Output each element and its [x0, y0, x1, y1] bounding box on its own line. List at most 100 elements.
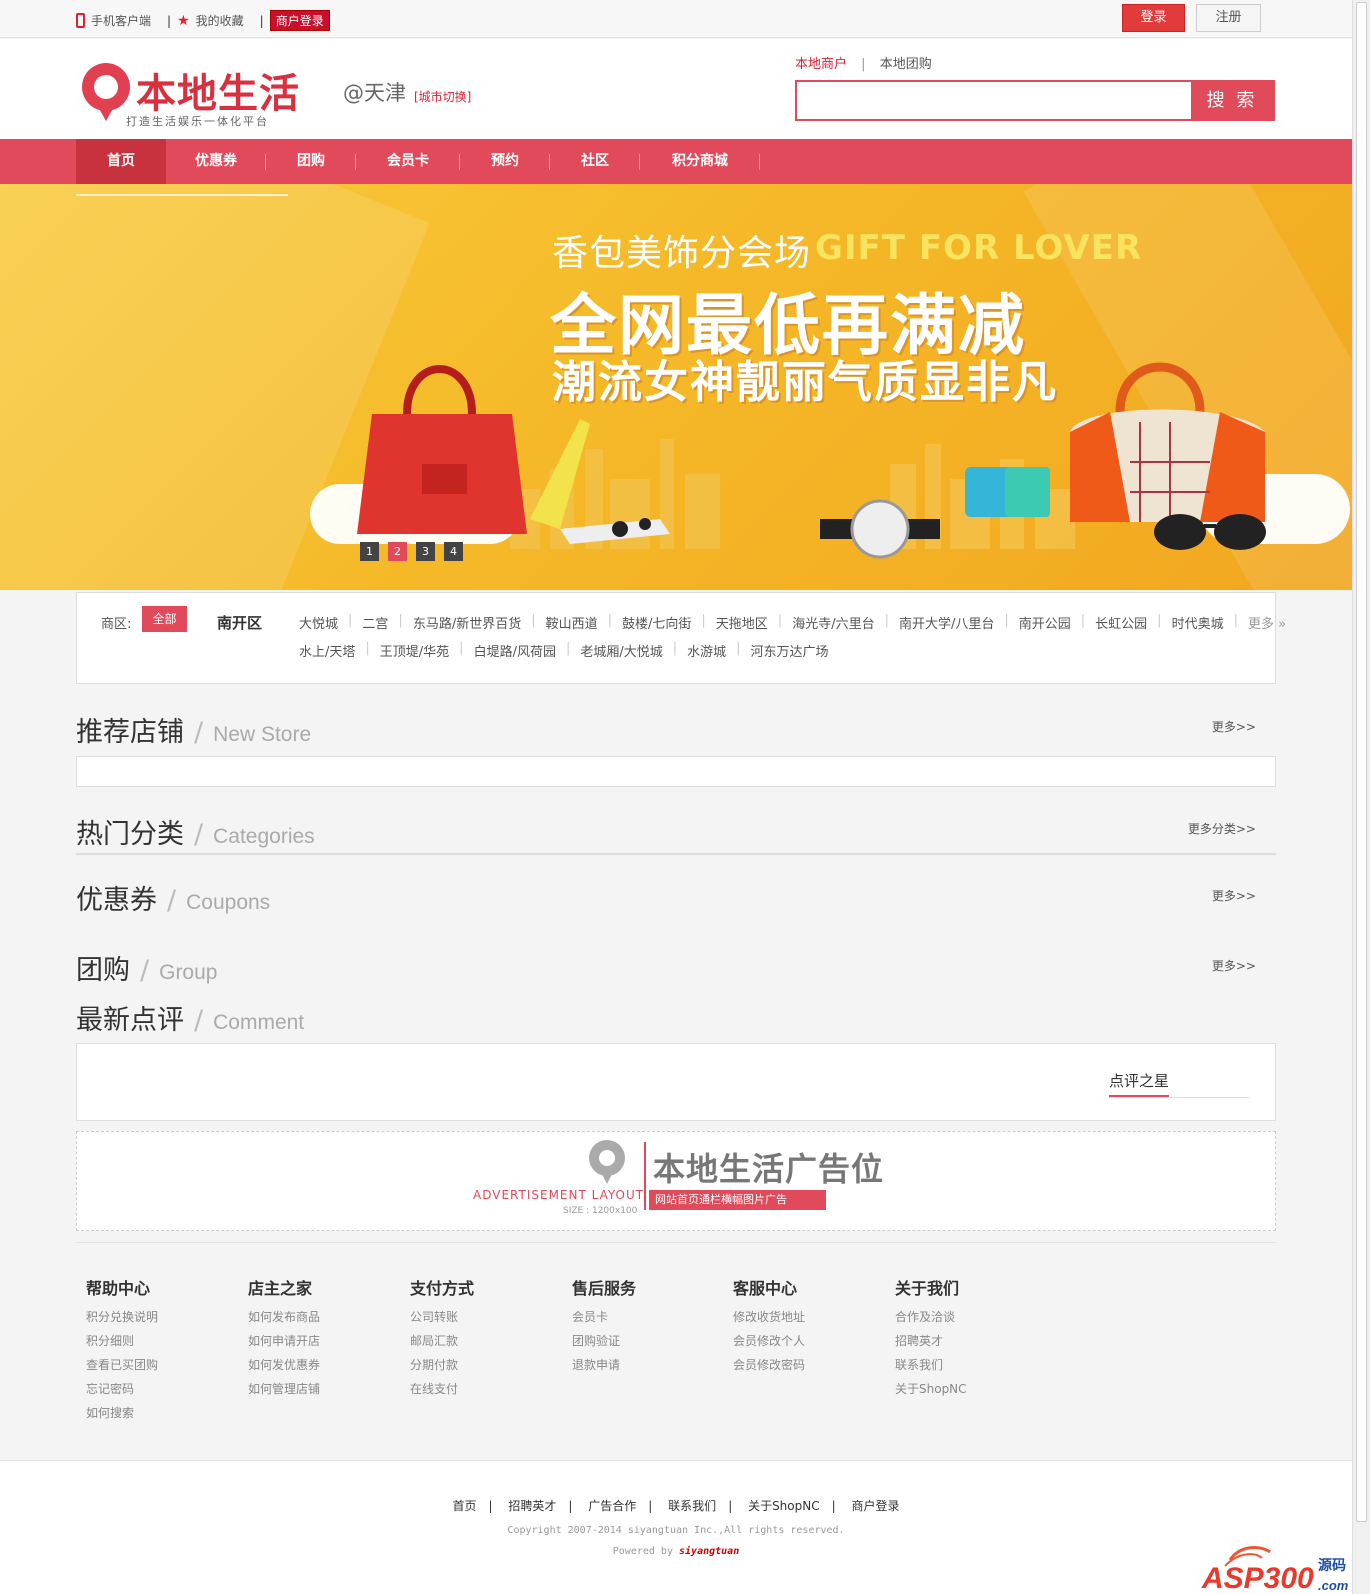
footer-nav-link[interactable]: 首页: [453, 1499, 477, 1513]
district-divider: |: [398, 613, 403, 628]
footer-link[interactable]: 联系我们: [895, 1353, 967, 1377]
ad-layout-text: ADVERTISEMENT LAYOUT: [473, 1188, 645, 1202]
search-tab-local-group[interactable]: 本地团购: [880, 57, 932, 72]
footer-link[interactable]: 会员修改个人: [733, 1329, 805, 1353]
search-tab-local-merchants[interactable]: 本地商户: [795, 57, 847, 72]
favorites-link[interactable]: 我的收藏: [196, 12, 244, 29]
footer-link[interactable]: 合作及洽谈: [895, 1305, 967, 1329]
footer-link[interactable]: 会员修改密码: [733, 1353, 805, 1377]
footer-link[interactable]: 如何管理店铺: [248, 1377, 320, 1401]
nav-item-coupons[interactable]: 优惠券: [166, 139, 266, 184]
footer-link[interactable]: 退款申请: [572, 1353, 636, 1377]
district-link[interactable]: 大悦城: [299, 613, 338, 632]
footer-link[interactable]: 查看已买团购: [86, 1353, 158, 1377]
footer-link[interactable]: 如何发优惠券: [248, 1353, 320, 1377]
logo-slogan: 打造生活娱乐一体化平台: [126, 115, 269, 128]
district-link[interactable]: 河东万达广场: [751, 641, 829, 660]
district-all-button[interactable]: 全部: [142, 606, 187, 632]
district-link[interactable]: 南开公园: [1019, 613, 1071, 632]
nav-item-community[interactable]: 社区: [550, 139, 640, 184]
ad-banner[interactable]: 本地生活广告位 ADVERTISEMENT LAYOUT SIZE : 1200…: [76, 1131, 1276, 1231]
nav-item-booking[interactable]: 预约: [460, 139, 550, 184]
district-link[interactable]: 老城厢/大悦城: [580, 641, 662, 660]
more-stores-link[interactable]: 更多>>: [1212, 718, 1256, 735]
search-input[interactable]: [797, 82, 1183, 119]
footer-link[interactable]: 积分兑换说明: [86, 1305, 158, 1329]
city-switch-link[interactable]: [城市切换]: [414, 88, 471, 105]
hero-banner[interactable]: 香包美饰分会场 GIFT FOR LOVER 全网最低再满减 潮流女神靓丽气质显…: [0, 184, 1352, 590]
merchant-login-button[interactable]: 商户登录: [269, 10, 330, 31]
section-title-en: Comment: [213, 1011, 305, 1034]
scrollbar-thumb[interactable]: [1356, 2, 1367, 1522]
footer-col-title: 帮助中心: [86, 1279, 151, 1298]
district-divider: |: [884, 613, 889, 628]
logo-text: 本地生活: [136, 71, 300, 117]
district-link[interactable]: 时代奥城: [1172, 613, 1224, 632]
banner-dot-active[interactable]: 2: [388, 542, 407, 561]
footer-nav-link[interactable]: 联系我们: [668, 1499, 716, 1513]
district-link[interactable]: 王顶堤/华苑: [380, 641, 449, 660]
footer-link[interactable]: 关于ShopNC: [895, 1377, 967, 1401]
district-link[interactable]: 水游城: [687, 641, 726, 660]
district-link[interactable]: 鼓楼/七向街: [622, 613, 691, 632]
vertical-scrollbar[interactable]: [1352, 0, 1370, 1594]
district-link[interactable]: 水上/天塔: [299, 641, 355, 660]
district-divider: |: [531, 613, 536, 628]
powered-by-brand[interactable]: siyangtuan: [679, 1546, 739, 1557]
footer-link[interactable]: 修改收货地址: [733, 1305, 805, 1329]
district-more-link[interactable]: 更多 »: [1248, 613, 1286, 632]
footer-nav-link[interactable]: 招聘英才: [508, 1499, 556, 1513]
footer-link[interactable]: 如何发布商品: [248, 1305, 320, 1329]
district-link[interactable]: 海光寺/六里台: [792, 613, 874, 632]
banner-dot[interactable]: 4: [444, 542, 463, 561]
banner-subtitle: 香包美饰分会场: [552, 233, 812, 274]
more-group-link[interactable]: 更多>>: [1212, 957, 1256, 974]
banner-dot[interactable]: 1: [360, 542, 379, 561]
mobile-client-link[interactable]: 手机客户端: [91, 12, 151, 29]
footer-link[interactable]: 招聘英才: [895, 1329, 967, 1353]
register-button[interactable]: 注册: [1196, 4, 1261, 32]
nav-hover-underline: [76, 194, 288, 196]
footer-link[interactable]: 在线支付: [410, 1377, 474, 1401]
district-link[interactable]: 鞍山西道: [546, 613, 598, 632]
login-button[interactable]: 登录: [1122, 4, 1185, 32]
footer-nav-link[interactable]: 广告合作: [588, 1499, 636, 1513]
more-coupons-link[interactable]: 更多>>: [1212, 887, 1256, 904]
district-link[interactable]: 长虹公园: [1095, 613, 1147, 632]
nav-item-group[interactable]: 团购: [266, 139, 356, 184]
footer-link[interactable]: 如何搜索: [86, 1401, 158, 1425]
powered-by: Powered by siyangtuan: [0, 1546, 1352, 1557]
footer-link[interactable]: 邮局汇款: [410, 1329, 474, 1353]
section-title-en: Coupons: [186, 891, 271, 914]
section-title-categories: 热门分类 / Categories: [76, 812, 315, 851]
banner-dot[interactable]: 3: [416, 542, 435, 561]
footer-link[interactable]: 分期付款: [410, 1353, 474, 1377]
footer-link[interactable]: 会员卡: [572, 1305, 636, 1329]
district-divider: |: [459, 641, 464, 656]
more-categories-link[interactable]: 更多分类>>: [1188, 820, 1256, 837]
footer-nav-link[interactable]: 商户登录: [851, 1499, 899, 1513]
current-city: @天津: [343, 81, 406, 105]
section-title-comment: 最新点评 / Comment: [76, 998, 304, 1037]
footer-link[interactable]: 忘记密码: [86, 1377, 158, 1401]
footer-nav-link[interactable]: 关于ShopNC: [748, 1499, 820, 1513]
district-link[interactable]: 东马路/新世界百货: [413, 613, 521, 632]
district-divider: |: [565, 641, 571, 656]
search-button[interactable]: 搜 索: [1191, 82, 1273, 119]
footer-link[interactable]: 公司转账: [410, 1305, 474, 1329]
district-link[interactable]: 白堤路/风荷园: [474, 641, 556, 660]
nav-item-home[interactable]: 首页: [76, 139, 166, 184]
footer-link[interactable]: 如何申请开店: [248, 1329, 320, 1353]
ad-size-text: SIZE : 1200x100: [563, 1206, 638, 1216]
district-link[interactable]: 二宫: [362, 613, 388, 632]
nav-item-member-card[interactable]: 会员卡: [356, 139, 460, 184]
site-logo[interactable]: 本地生活 打造生活娱乐一体化平台: [80, 61, 310, 131]
footer-nav-separator: |: [728, 1499, 733, 1513]
district-link[interactable]: 南开大学/八里台: [899, 613, 994, 632]
footer-col-title: 客服中心: [733, 1279, 798, 1298]
footer-link[interactable]: 积分细则: [86, 1329, 158, 1353]
wallet-image: [965, 467, 1050, 517]
district-link[interactable]: 天拖地区: [716, 613, 768, 632]
nav-item-points-mall[interactable]: 积分商城: [640, 139, 760, 184]
footer-link[interactable]: 团购验证: [572, 1329, 636, 1353]
